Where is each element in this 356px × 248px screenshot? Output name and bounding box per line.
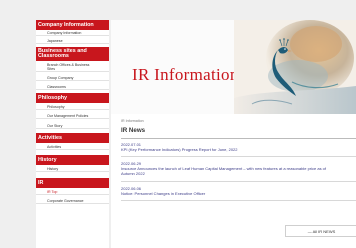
sidebar: Company Information Company Information … [36,20,109,248]
news-link[interactable]: Insource Announces the launch of Leaf Hu… [121,166,356,171]
sidebar-section-history[interactable]: History [36,155,109,165]
sidebar-item-classrooms[interactable]: Classrooms [36,85,109,91]
sidebar-item-company-information[interactable]: Company Information [36,31,109,37]
news-item[interactable]: 2022.06.06 Notice: Personnel Changes in … [121,186,356,196]
news-item[interactable]: 2022.07.01 KPI (Key Performance Indicato… [121,142,356,152]
divider [121,181,356,182]
hero-banner: IR Information [111,20,356,114]
news-link-continued[interactable]: Autumn 2022 [121,171,356,176]
news-link[interactable]: KPI (Key Performance Indicators) Progres… [121,147,356,152]
sidebar-item-branch-offices[interactable]: Branch Offices & Business Sites [36,63,109,72]
sidebar-item-corporate-governance[interactable]: Corporate Governance [36,199,109,205]
sidebar-section-ir[interactable]: IR [36,178,109,188]
main-content: IR Information IR Information IR News 20… [111,20,356,248]
divider [121,138,356,139]
sidebar-item-philosophy[interactable]: Philosophy [36,105,109,111]
sidebar-item-activities[interactable]: Activities [36,145,109,151]
sidebar-section-business-sites[interactable]: Business sites and Classrooms [36,47,109,61]
peacock-artwork-image [234,20,356,114]
sidebar-section-company-information[interactable]: Company Information [36,20,109,30]
section-heading-ir-news: IR News [121,127,146,134]
sidebar-item-management-policies[interactable]: Our Management Policies [36,114,109,120]
breadcrumb[interactable]: IR Information [121,119,144,123]
sidebar-item-our-story[interactable]: Our Story [36,124,109,130]
sidebar-item-group-company[interactable]: Group Company [36,76,109,82]
news-link[interactable]: Notice: Personnel Changes in Executive O… [121,191,356,196]
sidebar-section-philosophy[interactable]: Philosophy [36,93,109,103]
sidebar-item-ir-top[interactable]: IR Top [36,190,109,196]
news-item[interactable]: 2022.06.29 Insource Announces the launch… [121,161,356,176]
sidebar-item-history[interactable]: History [36,167,109,173]
sidebar-item-japanese[interactable]: Japanese [36,39,109,45]
all-ir-news-button[interactable]: — All IR NEWS [285,225,356,237]
divider [121,156,356,157]
divider [121,200,356,201]
page-title: IR Information [132,65,239,84]
sidebar-section-activities[interactable]: Activities [36,133,109,143]
